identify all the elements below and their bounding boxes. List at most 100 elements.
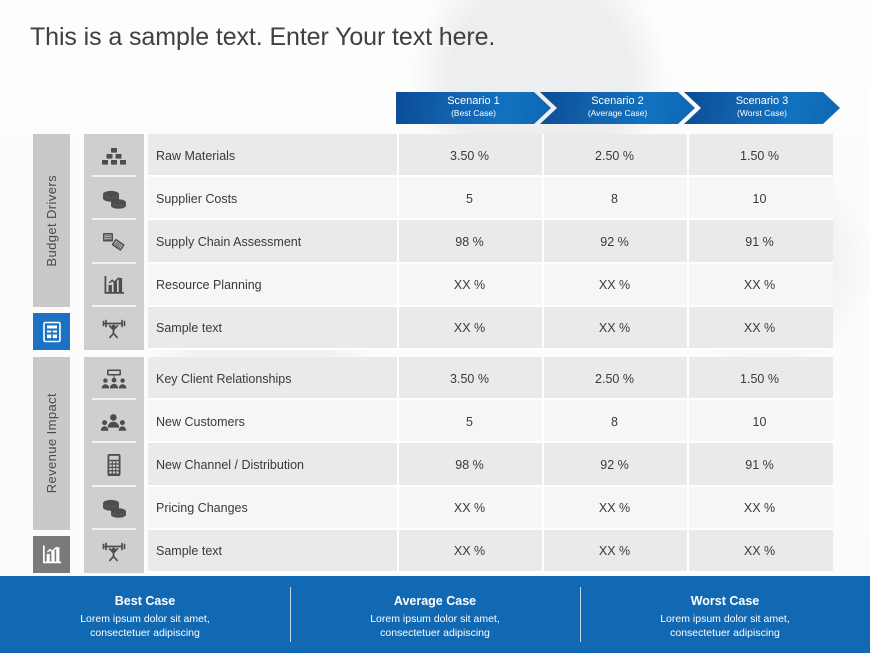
scenario-header: Scenario 1 (Best Case) Scenario 2 (Avera…: [396, 92, 840, 124]
footer-line-2: consectetuer adipiscing: [670, 627, 780, 639]
scenario-1-case: (Best Case): [451, 108, 496, 118]
table-row[interactable]: Pricing Changes XX % XX % XX %: [148, 486, 833, 530]
table-row[interactable]: New Customers 5 8 10: [148, 400, 833, 444]
row-label: Pricing Changes: [156, 501, 248, 516]
row-icon-cell: [84, 134, 144, 178]
scenario-2-case: (Average Case): [587, 108, 648, 118]
bar-chart-icon: [41, 544, 62, 565]
footer-line-2: consectetuer adipiscing: [380, 627, 490, 639]
customers-group-icon: [100, 411, 128, 433]
row-value-scenario-1: 3.50 %: [450, 371, 489, 386]
row-icon-cell: [84, 357, 144, 401]
row-icon-cell: [84, 220, 144, 264]
table-row[interactable]: Resource Planning XX % XX % XX %: [148, 263, 833, 307]
row-value-scenario-2: 92 %: [600, 457, 629, 472]
row-value-scenario-2: XX %: [598, 544, 631, 559]
band-tile-budget-drivers[interactable]: [33, 313, 70, 350]
footer-line-2: consectetuer adipiscing: [90, 627, 200, 639]
footer-title: Best Case: [114, 594, 176, 608]
row-value-scenario-2: 2.50 %: [595, 148, 634, 163]
scenario-chevron-1[interactable]: Scenario 1 (Best Case): [396, 92, 551, 124]
column-separator: [687, 134, 689, 350]
row-value-scenario-3: 91 %: [745, 457, 774, 472]
row-value-scenario-1: 5: [466, 191, 473, 206]
table-row[interactable]: Key Client Relationships 3.50 % 2.50 % 1…: [148, 357, 833, 401]
row-value-scenario-2: XX %: [598, 278, 631, 293]
table-row[interactable]: Raw Materials 3.50 % 2.50 % 1.50 %: [148, 134, 833, 178]
footer-column-worst-case[interactable]: Worst Case Lorem ipsum dolor sit amet, c…: [580, 576, 870, 653]
row-value-scenario-2: 8: [611, 191, 618, 206]
table-row[interactable]: Sample text XX % XX % XX %: [148, 529, 833, 574]
row-value-scenario-3: XX %: [743, 544, 776, 559]
scenario-3-name: Scenario 3: [735, 95, 789, 107]
footer-column-average-case[interactable]: Average Case Lorem ipsum dolor sit amet,…: [290, 576, 580, 653]
row-icon-cell: [84, 264, 144, 307]
coins-stack-icon: [100, 189, 128, 209]
scenario-chevron-2[interactable]: Scenario 2 (Average Case): [540, 92, 695, 124]
row-icon-cell: [84, 307, 144, 350]
footer-column-best-case[interactable]: Best Case Lorem ipsum dolor sit amet, co…: [0, 576, 290, 653]
footer-line-1: Lorem ipsum dolor sit amet,: [660, 613, 790, 625]
scenario-3-case: (Worst Case): [737, 108, 787, 118]
icon-column-budget: [84, 134, 144, 350]
footer-line-1: Lorem ipsum dolor sit amet,: [80, 613, 210, 625]
band-label-budget-drivers: Budget Drivers: [33, 134, 70, 307]
row-value-scenario-1: XX %: [453, 501, 486, 516]
row-value-scenario-1: 98 %: [455, 457, 484, 472]
person-lifting-icon: [101, 317, 127, 339]
footer-title: Worst Case: [690, 594, 760, 608]
band-label-revenue-impact: Revenue Impact: [33, 357, 70, 530]
row-value-scenario-1: XX %: [453, 544, 486, 559]
table-row[interactable]: Supply Chain Assessment 98 % 92 % 91 %: [148, 220, 833, 264]
row-label: Key Client Relationships: [156, 371, 292, 386]
page-title: This is a sample text. Enter Your text h…: [30, 23, 496, 51]
footer-bar: Best Case Lorem ipsum dolor sit amet, co…: [0, 576, 870, 653]
row-value-scenario-2: 8: [611, 414, 618, 429]
row-icon-cell: [84, 487, 144, 530]
footer-title: Average Case: [393, 594, 477, 608]
row-value-scenario-2: XX %: [598, 501, 631, 516]
table-row[interactable]: Supplier Costs 5 8 10: [148, 177, 833, 221]
row-icon-cell: [84, 177, 144, 221]
report-document-icon: [42, 321, 62, 343]
row-value-scenario-3: 10: [752, 414, 767, 429]
scenario-1-name: Scenario 1: [447, 95, 500, 107]
row-icon-cell: [84, 400, 144, 444]
row-value-scenario-1: 98 %: [455, 234, 484, 249]
row-value-scenario-3: 91 %: [745, 234, 774, 249]
data-rows-revenue: Key Client Relationships 3.50 % 2.50 % 1…: [148, 357, 833, 574]
row-value-scenario-2: XX %: [598, 321, 631, 336]
blocks-pyramid-icon: [101, 146, 127, 166]
tiles-blocks-icon: [101, 231, 127, 253]
person-lifting-icon: [101, 540, 127, 562]
row-icon-cell: [84, 530, 144, 573]
row-value-scenario-3: 1.50 %: [740, 371, 779, 386]
row-icon-cell: [84, 443, 144, 487]
icon-column-revenue: [84, 357, 144, 573]
row-label: Sample text: [156, 321, 223, 336]
row-value-scenario-3: XX %: [743, 278, 776, 293]
meeting-presentation-icon: [100, 368, 128, 390]
column-separator: [687, 357, 689, 573]
table-row[interactable]: New Channel / Distribution 98 % 92 % 91 …: [148, 443, 833, 487]
coins-stack-icon: [100, 498, 128, 518]
row-value-scenario-1: XX %: [453, 321, 486, 336]
row-value-scenario-3: 1.50 %: [740, 148, 779, 163]
band-label-budget-drivers-text: Budget Drivers: [44, 174, 59, 267]
row-label: Supply Chain Assessment: [156, 234, 302, 249]
band-tile-revenue-impact[interactable]: [33, 536, 70, 573]
row-value-scenario-2: 92 %: [600, 234, 629, 249]
row-label: Supplier Costs: [156, 191, 238, 206]
row-value-scenario-3: XX %: [743, 321, 776, 336]
row-value-scenario-3: XX %: [743, 501, 776, 516]
row-value-scenario-1: 3.50 %: [450, 148, 489, 163]
column-separator: [397, 357, 399, 573]
scenario-chevron-3[interactable]: Scenario 3 (Worst Case): [684, 92, 840, 124]
row-label: New Customers: [156, 414, 245, 429]
table-row[interactable]: Sample text XX % XX % XX %: [148, 306, 833, 351]
section-budget-drivers: Budget Drivers Raw Materials 3.50 % 2.50…: [0, 134, 870, 351]
row-label: Raw Materials: [156, 148, 236, 163]
calculator-device-icon: [105, 453, 123, 477]
footer-line-1: Lorem ipsum dolor sit amet,: [370, 613, 500, 625]
scenario-2-name: Scenario 2: [591, 95, 644, 107]
